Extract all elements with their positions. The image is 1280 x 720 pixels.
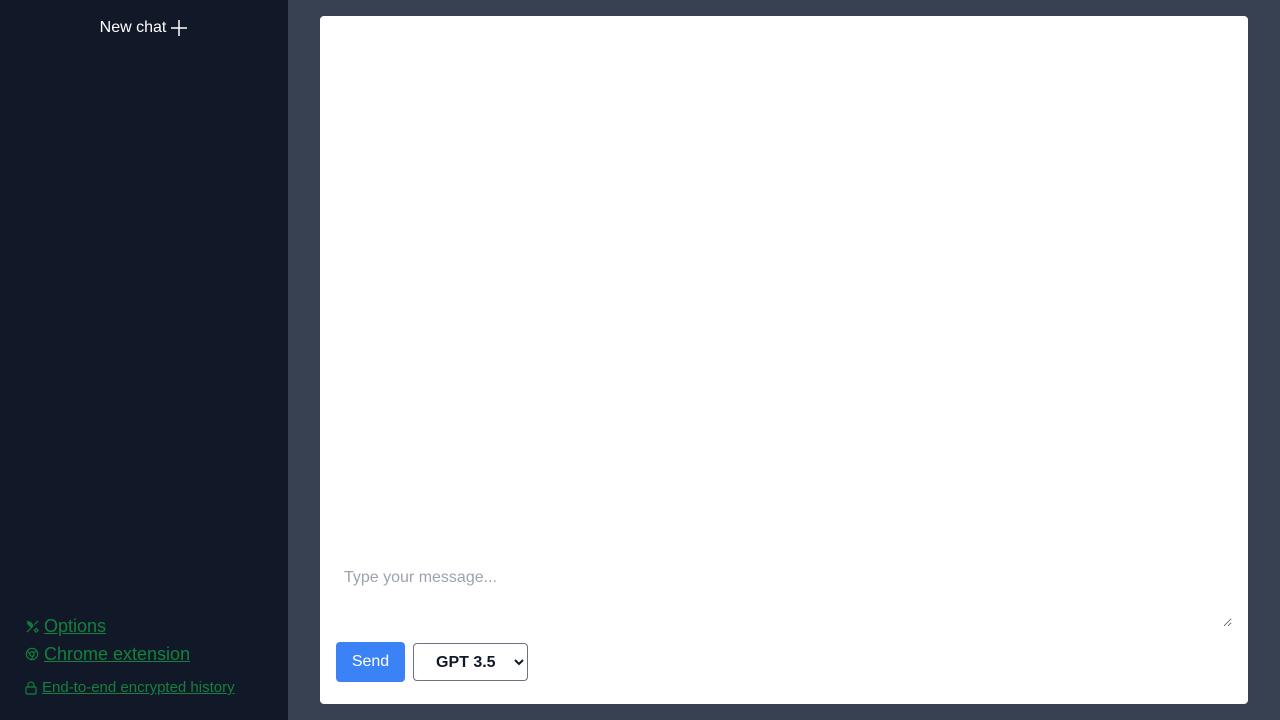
lock-icon [24, 681, 38, 695]
sidebar: New chat Options Chrome extension End-to… [0, 0, 288, 720]
chat-messages-area [320, 16, 1248, 547]
chrome-extension-link[interactable]: Chrome extension [24, 640, 235, 668]
composer: Send GPT 3.5 [320, 547, 1248, 704]
encrypted-history-link[interactable]: End-to-end encrypted history [24, 674, 235, 702]
options-link[interactable]: Options [24, 612, 235, 640]
encrypted-history-label: End-to-end encrypted history [42, 679, 235, 696]
new-chat-label: New chat [99, 19, 167, 36]
chrome-extension-label: Chrome extension [44, 644, 191, 664]
sidebar-links: Options Chrome extension End-to-end encr… [24, 612, 235, 702]
chrome-icon [24, 646, 40, 662]
send-button[interactable]: Send [336, 642, 405, 682]
options-label: Options [44, 616, 107, 636]
plus-icon [171, 20, 188, 36]
model-select[interactable]: GPT 3.5 [413, 643, 528, 681]
main-panel: Send GPT 3.5 [288, 0, 1280, 720]
tools-icon [24, 618, 40, 634]
composer-controls: Send GPT 3.5 [336, 642, 1232, 682]
new-chat-button[interactable]: New chat [0, 16, 288, 40]
message-input[interactable] [336, 563, 1232, 627]
